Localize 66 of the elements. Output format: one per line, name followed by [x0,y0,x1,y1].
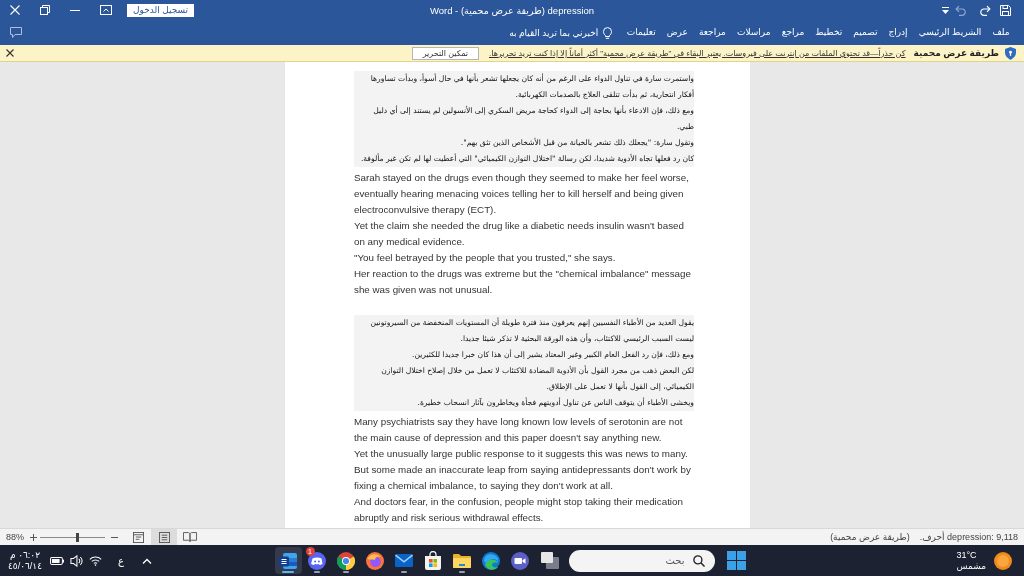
ribbon-tab[interactable]: ملف [986,26,1015,39]
chat-app-icon [308,551,326,570]
taskbar-app-button[interactable] [274,547,302,574]
weather-condition[interactable]: مشمس [956,560,986,572]
fox-browser-icon [366,551,384,570]
wifi-icon[interactable] [89,555,102,566]
english-paragraph: And doctors fear, in the confusion, people might stop taking their medication abruptly and risk serious withdrawal effects. [354,495,684,525]
shield-icon [1005,46,1016,60]
ribbon-tab[interactable]: مراسلات [731,26,777,39]
restore-icon[interactable] [40,5,50,15]
shopping-bag-icon [424,551,442,570]
view-mode-label: (طريقة عرض محمية) [830,532,910,542]
customize-caret-icon[interactable] [942,6,949,14]
english-paragraph: Sarah stayed on the drugs even though they seemed to make her feel worse, eventually hearing menacing voices telling her to kill herself and being given electroconvulsive therapy (ECT). [354,171,690,217]
lightbulb-icon[interactable] [603,26,613,39]
english-paragraph: Yet the unusually large public response to it suggests this was news to many. [354,447,689,461]
video-chat-icon [511,551,529,570]
start-icon[interactable] [726,551,746,570]
ribbon-tab[interactable]: تصميم [847,26,883,39]
web-page-icon [132,531,144,543]
sun-icon[interactable] [994,551,1012,570]
battery-icon[interactable] [50,556,64,565]
document-app-icon [279,551,297,570]
ribbon-tab[interactable]: عرض [661,26,694,39]
ribbon-tab[interactable]: الشريط الرئيسي [913,26,987,39]
search-field[interactable]: بحث [568,549,715,572]
sign-in-button[interactable]: تسجيل الدخول [127,3,195,17]
speaker-icon[interactable] [70,554,83,567]
english-paragraph: Yet the claim she needed the drug like a diabetic needs insulin wasn't based on any medical evidence. [354,219,685,249]
input-language[interactable]: ع [118,555,124,566]
clock-date[interactable]: ٤٥/٠٦/١٤ [8,560,42,572]
ribbon-tab[interactable]: تخطيط [809,26,848,39]
character-count[interactable]: depression: 9,118 أحرف. [919,532,1018,542]
minimize-icon[interactable] [70,9,80,11]
ribbon-tab[interactable]: مراجعة [693,26,732,39]
close-icon[interactable] [6,49,14,57]
ribbon-tab[interactable]: إدراج [882,26,914,39]
protected-view-message[interactable]: كن حذراً—قد تحتوي الملفات من إنترنت على فيروسات. يعتبر البقاء في "طريقة عرض محمية" أكثر أماناً إلا إذا كنت تريد تحريرها. [489,48,906,58]
undo-icon[interactable] [980,4,991,16]
enable-editing-button[interactable]: تمكين التحرير [411,46,479,60]
ribbon-tab[interactable]: مراجع [776,26,810,39]
save-icon[interactable] [1000,4,1011,16]
weather-temperature[interactable]: 31°C [956,549,977,561]
ribbon-tab[interactable]: تعليمات [621,26,662,39]
page-icon [158,531,170,543]
task-view-icon[interactable] [540,552,559,569]
folder-icon [453,553,471,568]
wave-browser-icon [482,551,500,570]
round-browser-icon [337,551,355,570]
english-paragraph: "You feel betrayed by the people that you trusted," she says. [354,251,617,265]
protected-view-title: طريقة عرض محمية [913,48,999,58]
zoom-in-icon[interactable] [30,533,37,541]
print-layout-button[interactable] [151,529,177,545]
book-icon [183,532,197,542]
envelope-icon [395,554,413,567]
english-paragraph: Her reaction to the drugs was extreme but the "chemical imbalance" message she was given was not unusual. [354,267,692,297]
clock-time[interactable]: ٠٦:٠٢ م [10,549,40,561]
english-paragraph: Many psychiatrists say they have long known low levels of serotonin are not the main cause of depression and this paper doesn't say anything new. [354,415,684,445]
ribbon-display-icon[interactable] [100,5,112,15]
zoom-level[interactable]: 88% [6,532,24,542]
window-title: depression (طريقة عرض محمية) - Word [429,4,595,16]
search-icon [692,554,705,567]
chevron-up-icon[interactable] [142,557,152,564]
comment-icon[interactable] [10,27,22,38]
english-paragraph: But some made an inaccurate leap from saying antidepressants don't work by fixing a chemical imbalance, to saying they don't work at all. [354,463,692,493]
zoom-slider-thumb[interactable] [75,532,79,542]
